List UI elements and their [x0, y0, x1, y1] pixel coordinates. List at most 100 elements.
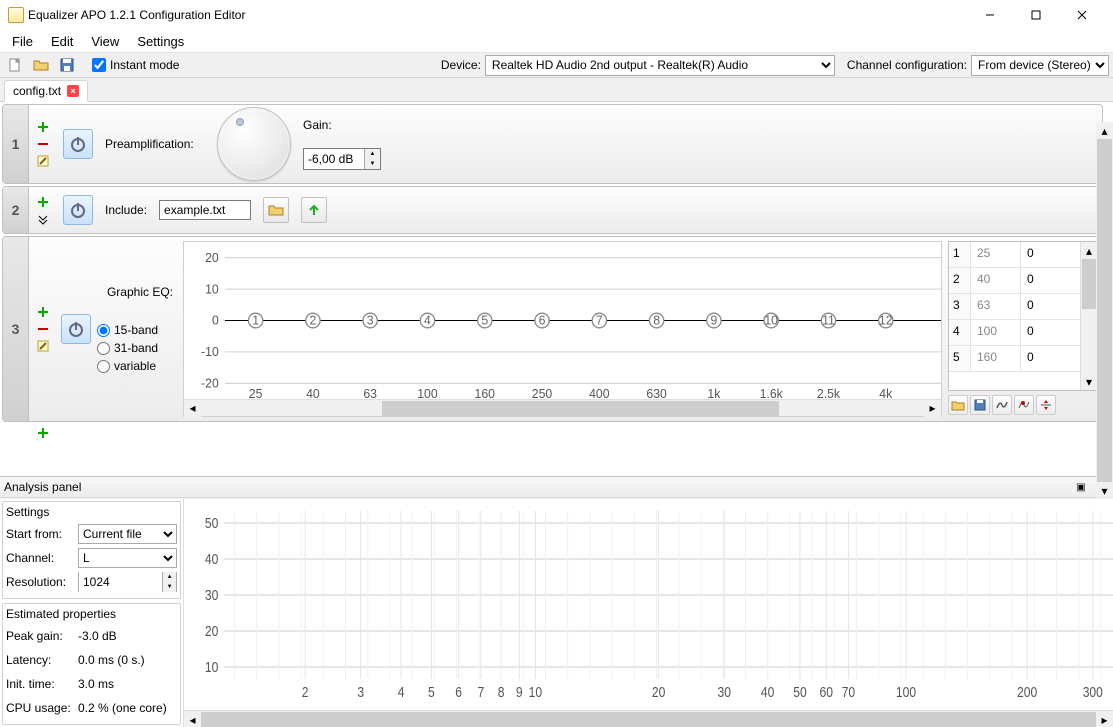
channel-config-select[interactable]: From device (Stereo) — [971, 55, 1109, 76]
menu-file[interactable]: File — [4, 31, 41, 52]
remove-filter-icon[interactable] — [36, 137, 50, 151]
reset-icon[interactable] — [1036, 395, 1056, 415]
peak-gain-label: Peak gain: — [6, 629, 78, 643]
import-icon[interactable] — [948, 395, 968, 415]
channel-select[interactable]: L — [78, 548, 177, 568]
resolution-spinbox[interactable]: ▲▼ — [78, 572, 177, 592]
power-button[interactable] — [63, 195, 93, 225]
start-from-select[interactable]: Current file — [78, 524, 177, 544]
title-bar: Equalizer APO 1.2.1 Configuration Editor — [0, 0, 1113, 30]
geq-table[interactable]: 1250240036304100051600 ▴ ▾ — [948, 241, 1098, 391]
scroll-down-icon[interactable]: ▾ — [1081, 373, 1097, 390]
scroll-left-icon[interactable]: ◂ — [184, 400, 201, 417]
svg-text:2.5k: 2.5k — [817, 387, 841, 399]
svg-text:9: 9 — [516, 684, 523, 700]
svg-text:-20: -20 — [201, 376, 219, 390]
svg-text:40: 40 — [306, 387, 320, 399]
svg-text:20: 20 — [652, 684, 665, 700]
spin-down-icon[interactable]: ▼ — [365, 159, 380, 169]
spin-up-icon[interactable]: ▲ — [365, 149, 380, 159]
gain-input — [304, 149, 364, 169]
include-input[interactable] — [159, 200, 251, 220]
radio-variable[interactable]: variable — [97, 359, 177, 373]
add-filter-bottom[interactable] — [0, 424, 1113, 442]
start-from-label: Start from: — [6, 527, 78, 541]
cpu-usage-value: 0.2 % (one core) — [78, 701, 177, 715]
instant-mode-checkbox[interactable]: Instant mode — [92, 58, 179, 72]
filter-label: Preamplification: — [105, 137, 205, 151]
tab-configtxt[interactable]: config.txt × — [4, 80, 88, 102]
scroll-up-icon[interactable]: ▴ — [1081, 242, 1097, 259]
geq-graph[interactable]: 20100-10-20 123456789101112 254063100160… — [183, 241, 942, 417]
geq-table-scrollbar[interactable]: ▴ ▾ — [1080, 242, 1097, 390]
normalize-icon[interactable] — [1014, 395, 1034, 415]
radio-15-band[interactable]: 15-band — [97, 323, 177, 337]
svg-text:1: 1 — [252, 314, 259, 328]
analysis-horizontal-scrollbar[interactable]: ◂ ▸ — [184, 710, 1113, 727]
power-button[interactable] — [63, 129, 93, 159]
svg-text:4: 4 — [398, 684, 405, 700]
gain-spinbox[interactable]: ▲▼ — [303, 148, 381, 170]
analysis-graph[interactable]: 5040302010 23456789102030405060701002003… — [184, 499, 1113, 727]
expand-icon[interactable] — [36, 212, 50, 226]
svg-text:10: 10 — [205, 659, 218, 675]
table-row[interactable]: 41000 — [949, 320, 1080, 346]
scroll-left-icon[interactable]: ◂ — [184, 711, 201, 727]
spin-up-icon[interactable]: ▲ — [163, 572, 176, 582]
table-row[interactable]: 51600 — [949, 346, 1080, 372]
new-file-button[interactable] — [4, 54, 26, 76]
filter-handle[interactable]: 1 — [3, 105, 29, 183]
filter-controls — [29, 187, 57, 233]
init-time-label: Init. time: — [6, 677, 78, 691]
table-row[interactable]: 2400 — [949, 268, 1080, 294]
geq-horizontal-scrollbar[interactable]: ◂ ▸ — [184, 399, 941, 416]
gain-label: Gain: — [303, 118, 381, 132]
settings-label: Settings — [6, 505, 177, 519]
minimize-button[interactable] — [967, 0, 1013, 30]
go-button[interactable] — [301, 197, 327, 223]
open-file-button[interactable] — [30, 54, 52, 76]
scroll-up-icon[interactable]: ▴ — [1096, 122, 1113, 139]
svg-text:20: 20 — [205, 623, 218, 639]
svg-text:6: 6 — [455, 684, 462, 700]
estimated-label: Estimated properties — [6, 607, 177, 621]
edit-filter-icon[interactable] — [36, 154, 50, 168]
main-vertical-scrollbar[interactable]: ▴ ▾ — [1096, 122, 1113, 499]
add-filter-icon[interactable] — [36, 305, 50, 319]
maximize-button[interactable] — [1013, 0, 1059, 30]
add-filter-icon[interactable] — [36, 195, 50, 209]
scroll-right-icon[interactable]: ▸ — [1096, 711, 1113, 727]
remove-filter-icon[interactable] — [36, 322, 50, 336]
add-filter-icon[interactable] — [36, 120, 50, 134]
power-button[interactable] — [61, 314, 91, 344]
save-preset-icon[interactable] — [970, 395, 990, 415]
edit-filter-icon[interactable] — [36, 339, 50, 353]
table-row[interactable]: 1250 — [949, 242, 1080, 268]
tab-close-icon[interactable]: × — [67, 85, 79, 97]
close-button[interactable] — [1059, 0, 1105, 30]
scroll-right-icon[interactable]: ▸ — [924, 400, 941, 417]
radio-31-band[interactable]: 31-band — [97, 341, 177, 355]
svg-text:7: 7 — [478, 684, 485, 700]
svg-text:40: 40 — [761, 684, 774, 700]
menu-settings[interactable]: Settings — [129, 31, 192, 52]
svg-text:9: 9 — [710, 314, 717, 328]
save-file-button[interactable] — [56, 54, 78, 76]
svg-text:2: 2 — [302, 684, 309, 700]
menu-view[interactable]: View — [83, 31, 127, 52]
filter-row-graphic-eq: 3 Graphic EQ: 15-band 31-band variable — [2, 236, 1103, 422]
add-filter-icon[interactable] — [36, 426, 50, 440]
filter-handle[interactable]: 3 — [3, 237, 29, 421]
browse-button[interactable] — [263, 197, 289, 223]
undock-icon[interactable]: ▣ — [1073, 479, 1089, 495]
resolution-label: Resolution: — [6, 575, 78, 589]
device-select[interactable]: Realtek HD Audio 2nd output - Realtek(R)… — [485, 55, 835, 76]
table-row[interactable]: 3630 — [949, 294, 1080, 320]
scroll-down-icon[interactable]: ▾ — [1096, 482, 1113, 499]
toolbar: Instant mode Device: Realtek HD Audio 2n… — [0, 52, 1113, 78]
spin-down-icon[interactable]: ▼ — [163, 582, 176, 592]
gain-knob[interactable] — [217, 107, 291, 181]
filter-handle[interactable]: 2 — [3, 187, 29, 233]
menu-edit[interactable]: Edit — [43, 31, 81, 52]
invert-icon[interactable] — [992, 395, 1012, 415]
